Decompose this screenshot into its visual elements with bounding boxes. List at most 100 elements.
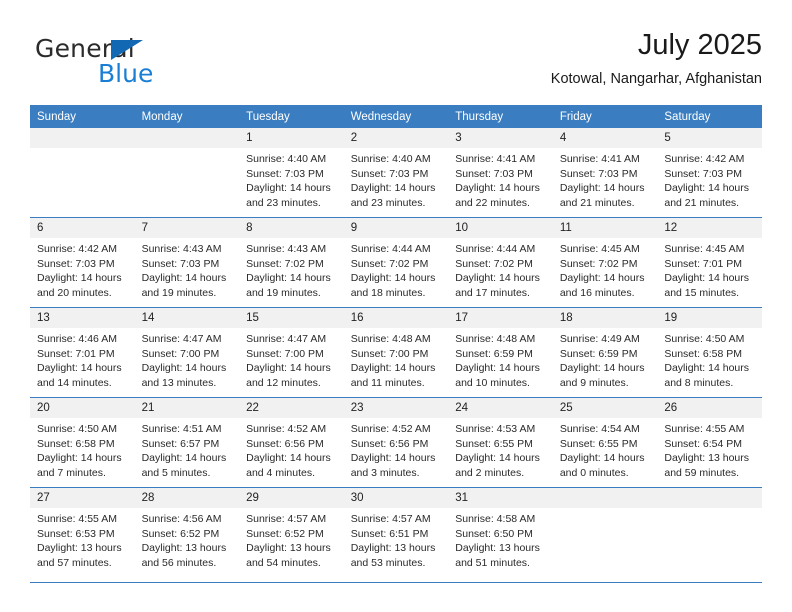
sun-times-details: Sunrise: 4:55 AM Sunset: 6:54 PM Daylight:… (657, 418, 762, 480)
sun-times-details: Sunrise: 4:44 AM Sunset: 7:02 PM Daylight:… (448, 238, 553, 300)
day-cell-inner: 17 Sunrise: 4:48 AM Sunset: 6:59 PM Dayligh… (448, 308, 553, 397)
daylight-text-line2: and 17 minutes. (455, 286, 530, 299)
daylight-text-line2: and 57 minutes. (37, 556, 112, 569)
calendar-day-cell[interactable]: 25 Sunrise: 4:54 AM Sunset: 6:55 PM Dayligh… (552, 397, 658, 488)
day-cell-inner: 3 Sunrise: 4:41 AM Sunset: 7:03 PM Daylight… (448, 128, 553, 217)
calendar-day-cell[interactable]: 17 Sunrise: 4:48 AM Sunset: 6:59 PM Dayligh… (448, 307, 553, 398)
calendar-day-cell[interactable]: 23 Sunrise: 4:52 AM Sunset: 6:56 PM Dayligh… (343, 397, 449, 488)
calendar-grid: Sunday Monday Tuesday Wednesday Thursday… (30, 105, 762, 577)
calendar-day-cell[interactable]: 30 Sunrise: 4:57 AM Sunset: 6:51 PM Dayligh… (343, 487, 449, 577)
day-number: 29 (239, 488, 344, 508)
calendar-day-cell[interactable]: 19 Sunrise: 4:50 AM Sunset: 6:58 PM Dayligh… (657, 307, 762, 398)
calendar-day-cell[interactable]: 3 Sunrise: 4:41 AM Sunset: 7:03 PM Daylight… (448, 128, 553, 218)
sunset-text: Sunset: 7:00 PM (141, 347, 220, 360)
calendar-day-cell[interactable]: 10 Sunrise: 4:44 AM Sunset: 7:02 PM Dayligh… (448, 217, 553, 308)
daylight-text-line1: Daylight: 14 hours (141, 452, 227, 465)
sun-times-details: Sunrise: 4:43 AM Sunset: 7:02 PM Daylight:… (239, 238, 344, 300)
daylight-text-line1: Daylight: 14 hours (37, 452, 122, 465)
sunrise-text: Sunrise: 4:53 AM (455, 423, 536, 435)
day-cell-inner: 4 Sunrise: 4:41 AM Sunset: 7:03 PM Daylight… (552, 128, 658, 217)
calendar-day-cell[interactable]: 22 Sunrise: 4:52 AM Sunset: 6:56 PM Dayligh… (239, 397, 344, 488)
day-number: 12 (657, 218, 762, 238)
sun-times-details: Sunrise: 4:51 AM Sunset: 6:57 PM Daylight:… (135, 418, 240, 480)
daylight-text-line2: and 22 minutes. (455, 196, 530, 209)
calendar-day-cell[interactable]: 5 Sunrise: 4:42 AM Sunset: 7:03 PM Daylight… (657, 128, 762, 218)
day-cell-inner: 15 Sunrise: 4:47 AM Sunset: 7:00 PM Dayligh… (239, 308, 344, 397)
sunset-text: Sunset: 7:03 PM (350, 167, 429, 180)
calendar-day-cell[interactable]: 13 Sunrise: 4:46 AM Sunset: 7:01 PM Dayligh… (30, 307, 135, 398)
weekday-header-monday: Monday (134, 105, 240, 128)
calendar-day-cell[interactable]: 8 Sunrise: 4:43 AM Sunset: 7:02 PM Daylight… (239, 217, 344, 308)
sunrise-text: Sunrise: 4:43 AM (141, 243, 222, 255)
calendar-day-cell[interactable]: 11 Sunrise: 4:45 AM Sunset: 7:02 PM Dayligh… (552, 217, 658, 308)
daylight-text-line1: Daylight: 14 hours (559, 182, 645, 195)
general-blue-logo[interactable]: General Blue (35, 34, 255, 94)
sunset-text: Sunset: 6:57 PM (141, 437, 220, 450)
sunset-text: Sunset: 6:51 PM (350, 527, 429, 540)
daylight-text-line1: Daylight: 13 hours (664, 452, 750, 465)
daylight-text-line1: Daylight: 14 hours (455, 182, 540, 195)
sunrise-text: Sunrise: 4:43 AM (246, 243, 327, 255)
sun-times-details: Sunrise: 4:52 AM Sunset: 6:56 PM Daylight:… (344, 418, 449, 480)
day-number: 25 (552, 398, 658, 418)
calendar-day-cell[interactable]: 15 Sunrise: 4:47 AM Sunset: 7:00 PM Dayligh… (239, 307, 344, 398)
sun-times-details: Sunrise: 4:42 AM Sunset: 7:03 PM Daylight:… (657, 148, 762, 210)
sunrise-text: Sunrise: 4:56 AM (141, 513, 222, 525)
calendar-day-cell[interactable]: 26 Sunrise: 4:55 AM Sunset: 6:54 PM Dayligh… (657, 397, 762, 488)
title-block: July 2025 Kotowal, Nangarhar, Afghanista… (551, 28, 762, 88)
calendar-day-cell[interactable]: 18 Sunrise: 4:49 AM Sunset: 6:59 PM Dayligh… (552, 307, 658, 398)
day-cell-inner: 1 Sunrise: 4:40 AM Sunset: 7:03 PM Daylight… (239, 128, 344, 217)
sun-times-details: Sunrise: 4:40 AM Sunset: 7:03 PM Daylight:… (239, 148, 344, 210)
calendar-day-cell[interactable]: 20 Sunrise: 4:50 AM Sunset: 6:58 PM Dayligh… (30, 397, 135, 488)
calendar-day-cell[interactable]: 27 Sunrise: 4:55 AM Sunset: 6:53 PM Dayligh… (30, 487, 135, 577)
sun-times-details: Sunrise: 4:49 AM Sunset: 6:59 PM Daylight:… (553, 328, 658, 390)
sun-times-details: Sunrise: 4:40 AM Sunset: 7:03 PM Daylight:… (344, 148, 449, 210)
calendar-day-cell[interactable]: 12 Sunrise: 4:45 AM Sunset: 7:01 PM Dayligh… (657, 217, 762, 308)
calendar-day-cell[interactable]: 14 Sunrise: 4:47 AM Sunset: 7:00 PM Dayligh… (134, 307, 240, 398)
weekday-header-thursday: Thursday (448, 105, 553, 128)
calendar-day-cell[interactable]: 9 Sunrise: 4:44 AM Sunset: 7:02 PM Daylight… (343, 217, 449, 308)
calendar-day-cell[interactable]: 28 Sunrise: 4:56 AM Sunset: 6:52 PM Dayligh… (134, 487, 240, 577)
calendar-day-cell[interactable]: 2 Sunrise: 4:40 AM Sunset: 7:03 PM Daylight… (343, 128, 449, 218)
sun-times-details: Sunrise: 4:48 AM Sunset: 7:00 PM Daylight:… (344, 328, 449, 390)
day-cell-inner: 13 Sunrise: 4:46 AM Sunset: 7:01 PM Dayligh… (30, 308, 135, 397)
calendar-day-cell[interactable]: 4 Sunrise: 4:41 AM Sunset: 7:03 PM Daylight… (552, 128, 658, 218)
page-header: General Blue July 2025 Kotowal, Nangarha… (30, 28, 762, 100)
day-number: 30 (343, 488, 449, 508)
sunset-text: Sunset: 7:02 PM (559, 257, 638, 270)
day-cell-inner: 31 Sunrise: 4:58 AM Sunset: 6:50 PM Dayligh… (448, 488, 553, 577)
daylight-text-line2: and 23 minutes. (350, 196, 426, 209)
daylight-text-line1: Daylight: 14 hours (559, 272, 645, 285)
sunrise-text: Sunrise: 4:52 AM (350, 423, 431, 435)
day-number: 19 (657, 308, 762, 328)
calendar-day-cell[interactable]: 29 Sunrise: 4:57 AM Sunset: 6:52 PM Dayligh… (239, 487, 344, 577)
calendar-day-cell[interactable]: 7 Sunrise: 4:43 AM Sunset: 7:03 PM Daylight… (134, 217, 240, 308)
daylight-text-line2: and 8 minutes. (664, 376, 734, 389)
day-number (30, 128, 135, 148)
calendar-day-cell[interactable]: 24 Sunrise: 4:53 AM Sunset: 6:55 PM Dayligh… (448, 397, 553, 488)
daylight-text-line2: and 51 minutes. (455, 556, 530, 569)
calendar-day-cell[interactable]: 31 Sunrise: 4:58 AM Sunset: 6:50 PM Dayligh… (448, 487, 553, 577)
calendar-day-cell[interactable]: 16 Sunrise: 4:48 AM Sunset: 7:00 PM Dayligh… (343, 307, 449, 398)
sunrise-text: Sunrise: 4:44 AM (350, 243, 431, 255)
weekday-header-tuesday: Tuesday (239, 105, 344, 128)
sunset-text: Sunset: 6:55 PM (559, 437, 638, 450)
weekday-header-saturday: Saturday (657, 105, 762, 128)
day-cell-inner: 6 Sunrise: 4:42 AM Sunset: 7:03 PM Daylight… (30, 218, 135, 307)
daylight-text-line2: and 53 minutes. (350, 556, 426, 569)
calendar-day-cell[interactable]: 1 Sunrise: 4:40 AM Sunset: 7:03 PM Daylight… (239, 128, 344, 218)
day-number: 18 (552, 308, 658, 328)
daylight-text-line1: Daylight: 14 hours (246, 272, 331, 285)
daylight-text-line1: Daylight: 14 hours (455, 452, 540, 465)
sun-times-details: Sunrise: 4:57 AM Sunset: 6:52 PM Daylight:… (239, 508, 344, 570)
daylight-text-line2: and 18 minutes. (350, 286, 426, 299)
sunset-text: Sunset: 6:58 PM (37, 437, 115, 450)
calendar-day-cell[interactable]: 21 Sunrise: 4:51 AM Sunset: 6:57 PM Dayligh… (134, 397, 240, 488)
sun-times-details: Sunrise: 4:55 AM Sunset: 6:53 PM Daylight:… (30, 508, 135, 570)
sunrise-text: Sunrise: 4:44 AM (455, 243, 536, 255)
day-cell-inner: 5 Sunrise: 4:42 AM Sunset: 7:03 PM Daylight… (657, 128, 762, 217)
day-number: 26 (657, 398, 762, 418)
sunrise-text: Sunrise: 4:41 AM (455, 153, 536, 165)
sunrise-text: Sunrise: 4:51 AM (141, 423, 222, 435)
calendar-day-cell[interactable]: 6 Sunrise: 4:42 AM Sunset: 7:03 PM Daylight… (30, 217, 135, 308)
